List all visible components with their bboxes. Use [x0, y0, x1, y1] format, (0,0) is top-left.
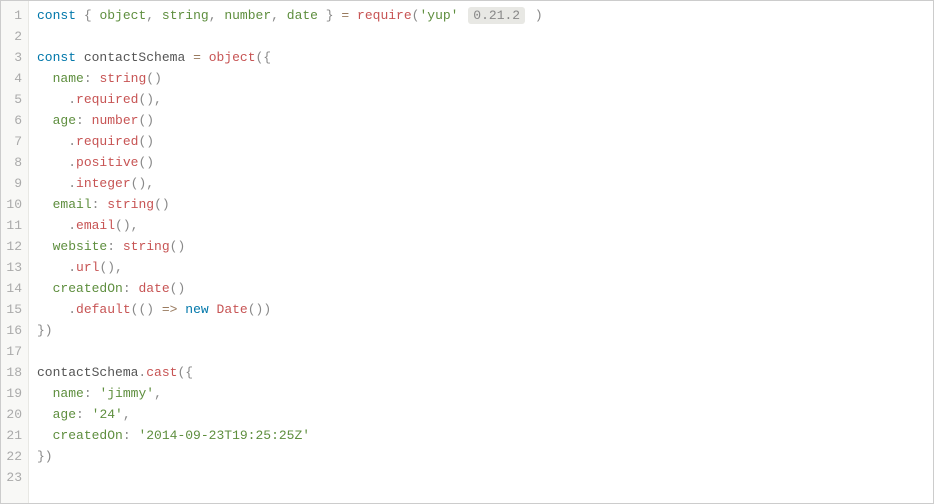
code-editor: 1234567891011121314151617181920212223 co…: [0, 0, 934, 504]
line-number: 22: [5, 446, 22, 467]
code-line: age: number(): [37, 110, 925, 131]
code-line: .positive(): [37, 152, 925, 173]
line-number: 19: [5, 383, 22, 404]
code-line: contactSchema.cast({: [37, 362, 925, 383]
line-number-gutter: 1234567891011121314151617181920212223: [1, 1, 29, 503]
code-line: [37, 341, 925, 362]
code-line: .integer(),: [37, 173, 925, 194]
code-line: age: '24',: [37, 404, 925, 425]
version-badge: 0.21.2: [468, 7, 525, 24]
code-area: const { object, string, number, date } =…: [29, 1, 933, 503]
line-number: 10: [5, 194, 22, 215]
code-line: .required(),: [37, 89, 925, 110]
line-number: 21: [5, 425, 22, 446]
line-number: 5: [5, 89, 22, 110]
code-line: .email(),: [37, 215, 925, 236]
code-line: .default(() => new Date()): [37, 299, 925, 320]
code-line: [37, 467, 925, 488]
code-line: createdOn: date(): [37, 278, 925, 299]
line-number: 8: [5, 152, 22, 173]
code-line: createdOn: '2014-09-23T19:25:25Z': [37, 425, 925, 446]
line-number: 11: [5, 215, 22, 236]
keyword-const: const: [37, 8, 76, 23]
require-call: require: [357, 8, 412, 23]
line-number: 6: [5, 110, 22, 131]
code-line: name: string(): [37, 68, 925, 89]
line-number: 3: [5, 47, 22, 68]
line-number: 17: [5, 341, 22, 362]
code-line: name: 'jimmy',: [37, 383, 925, 404]
code-line: website: string(): [37, 236, 925, 257]
code-line: .url(),: [37, 257, 925, 278]
code-line: const contactSchema = object({: [37, 47, 925, 68]
line-number: 13: [5, 257, 22, 278]
code-line: }): [37, 320, 925, 341]
line-number: 4: [5, 68, 22, 89]
code-line: const { object, string, number, date } =…: [37, 5, 925, 26]
line-number: 18: [5, 362, 22, 383]
code-line: [37, 26, 925, 47]
line-number: 12: [5, 236, 22, 257]
line-number: 23: [5, 467, 22, 488]
line-number: 14: [5, 278, 22, 299]
code-line: email: string(): [37, 194, 925, 215]
line-number: 15: [5, 299, 22, 320]
line-number: 9: [5, 173, 22, 194]
line-number: 16: [5, 320, 22, 341]
line-number: 2: [5, 26, 22, 47]
line-number: 20: [5, 404, 22, 425]
line-number: 1: [5, 5, 22, 26]
line-number: 7: [5, 131, 22, 152]
code-line: }): [37, 446, 925, 467]
code-line: .required(): [37, 131, 925, 152]
